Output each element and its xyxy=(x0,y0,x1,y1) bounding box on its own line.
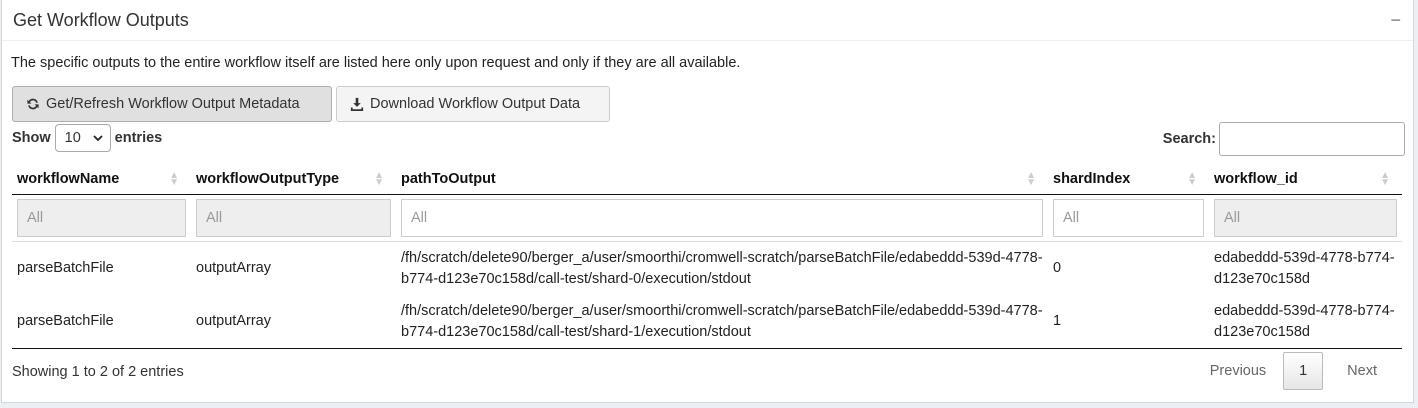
column-header-label: workflow_id xyxy=(1214,170,1298,187)
show-label: Show xyxy=(12,130,51,146)
cell-shardindex: 1 xyxy=(1053,313,1062,329)
column-header-workflowoutputtype[interactable]: workflowOutputType ▲ ▼ xyxy=(191,163,396,194)
cell-workflow-id: edabeddd-539d-4778-b774-d123e70c158d xyxy=(1214,302,1395,340)
cell-workflow-id: edabeddd-539d-4778-b774-d123e70c158d xyxy=(1214,249,1395,287)
entries-length-control: Show 10 entries xyxy=(12,124,162,152)
sort-icon: ▲ ▼ xyxy=(1026,169,1036,188)
column-header-pathtooutput[interactable]: pathToOutput ▲ ▼ xyxy=(396,163,1048,194)
next-page-button[interactable]: Next xyxy=(1333,363,1391,379)
cell-workflowoutputtype: outputArray xyxy=(196,260,271,276)
column-header-workflowname[interactable]: workflowName ▲ ▼ xyxy=(12,163,191,194)
panel-title: Get Workflow Outputs xyxy=(13,9,189,30)
table-row[interactable]: parseBatchFile outputArray /fh/scratch/d… xyxy=(12,295,1402,349)
sort-icon: ▲ ▼ xyxy=(1187,169,1197,188)
download-output-button[interactable]: Download Workflow Output Data xyxy=(336,86,610,122)
filter-cell: All xyxy=(1048,195,1209,241)
table-filter-row: All All All All All xyxy=(12,195,1402,242)
chevron-down-icon xyxy=(93,130,103,146)
sort-icon: ▲ ▼ xyxy=(1380,169,1390,188)
previous-page-button[interactable]: Previous xyxy=(1196,363,1280,379)
filter-cell: All xyxy=(12,195,191,241)
column-header-label: workflowName xyxy=(17,170,120,187)
filter-workflowoutputtype: All xyxy=(196,199,391,237)
cell-pathtooutput: /fh/scratch/delete90/berger_a/user/smoor… xyxy=(401,302,1043,340)
filter-cell: All xyxy=(396,195,1048,241)
table-header-row: workflowName ▲ ▼ workflowOutputType ▲ ▼ pa… xyxy=(12,163,1402,195)
page-1-button[interactable]: 1 xyxy=(1283,352,1324,390)
panel-description: The specific outputs to the entire workf… xyxy=(11,55,741,71)
filter-workflow-id: All xyxy=(1214,199,1397,237)
collapse-icon[interactable]: − xyxy=(1390,11,1401,29)
download-output-label: Download Workflow Output Data xyxy=(370,96,581,112)
pagination: Previous 1 Next xyxy=(1196,351,1391,391)
entries-length-value: 10 xyxy=(64,130,81,146)
column-header-workflow-id[interactable]: workflow_id ▲ ▼ xyxy=(1209,163,1402,194)
cell-workflowname: parseBatchFile xyxy=(17,313,114,329)
table-info: Showing 1 to 2 of 2 entries xyxy=(12,364,184,380)
refresh-metadata-button[interactable]: Get/Refresh Workflow Output Metadata xyxy=(12,86,332,122)
cell-workflowoutputtype: outputArray xyxy=(196,313,271,329)
column-header-shardindex[interactable]: shardIndex ▲ ▼ xyxy=(1048,163,1209,194)
cell-shardindex: 0 xyxy=(1053,260,1062,276)
filter-pathtooutput[interactable]: All xyxy=(401,199,1043,237)
panel-header: Get Workflow Outputs − xyxy=(2,0,1413,41)
download-icon xyxy=(350,97,364,111)
search-control: Search: xyxy=(1163,122,1405,156)
table-row[interactable]: parseBatchFile outputArray /fh/scratch/d… xyxy=(12,242,1402,295)
filter-cell: All xyxy=(1209,195,1402,241)
refresh-icon xyxy=(26,97,40,111)
search-input[interactable] xyxy=(1219,122,1405,156)
filter-shardindex[interactable]: All xyxy=(1053,199,1204,237)
filter-cell: All xyxy=(191,195,396,241)
cell-pathtooutput: /fh/scratch/delete90/berger_a/user/smoor… xyxy=(401,249,1043,287)
cell-workflowname: parseBatchFile xyxy=(17,260,114,276)
sort-icon: ▲ ▼ xyxy=(169,169,179,188)
column-header-label: shardIndex xyxy=(1053,170,1131,187)
filter-workflowname: All xyxy=(17,199,186,237)
column-header-label: pathToOutput xyxy=(401,170,496,187)
entries-label: entries xyxy=(114,130,163,146)
refresh-metadata-label: Get/Refresh Workflow Output Metadata xyxy=(46,96,300,112)
entries-length-select[interactable]: 10 xyxy=(54,124,111,152)
sort-icon: ▲ ▼ xyxy=(374,169,384,188)
search-label: Search: xyxy=(1162,131,1216,147)
column-header-label: workflowOutputType xyxy=(196,170,340,187)
